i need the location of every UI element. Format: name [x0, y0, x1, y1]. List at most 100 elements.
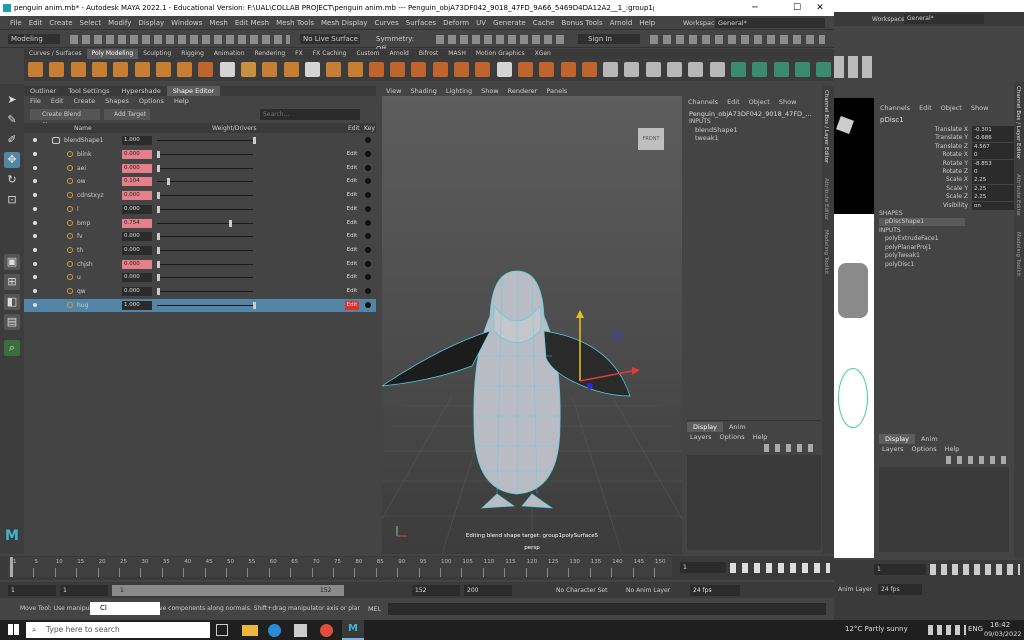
edit-target-button[interactable]: Edit: [345, 150, 359, 159]
viewport-menu-show[interactable]: Show: [481, 87, 499, 95]
bg-layer-tab-anim[interactable]: Anim: [915, 434, 944, 444]
modeling-toolkit-side-tab[interactable]: Modeling Toolkit: [823, 230, 829, 274]
bg-layer-tab-display[interactable]: Display: [879, 434, 915, 444]
weight-value-field[interactable]: 0.000: [122, 245, 152, 255]
menu-edit-mesh[interactable]: Edit Mesh: [235, 16, 269, 30]
shelf-tool-icon[interactable]: [28, 62, 43, 77]
edit-target-button[interactable]: Edit: [345, 219, 359, 228]
viewport-menu-shading[interactable]: Shading: [410, 87, 436, 95]
select-tool-icon[interactable]: ➤: [4, 92, 20, 108]
target-row[interactable]: cdnstxyz 0.000 Edit: [24, 189, 376, 202]
live-surface-field[interactable]: No Live Surface: [300, 34, 360, 44]
weight-slider[interactable]: [157, 263, 253, 265]
panel-tab-tool-settings[interactable]: Tool Settings: [62, 86, 115, 96]
shelf-tool-icon[interactable]: [667, 62, 682, 77]
target-row[interactable]: chjsh 0.000 Edit: [24, 258, 376, 271]
single-perspective-icon[interactable]: ▣: [4, 254, 20, 270]
anim-layer-dropdown[interactable]: No Anim Layer: [626, 587, 670, 594]
bg-layer-buttons[interactable]: [946, 456, 1006, 464]
weight-value-field[interactable]: 1.000: [122, 136, 152, 145]
visibility-dot[interactable]: [33, 289, 37, 293]
weight-slider-handle[interactable]: [157, 233, 160, 241]
menu-file[interactable]: File: [10, 16, 22, 30]
visibility-dot[interactable]: [33, 247, 37, 252]
attr-value-field[interactable]: 0: [972, 168, 1014, 176]
sign-in-button[interactable]: Sign In: [578, 34, 640, 44]
target-row[interactable]: blink 0.000 Edit: [24, 148, 376, 161]
shelf-tool-icon[interactable]: [347, 62, 363, 77]
key-dot[interactable]: [365, 219, 371, 226]
channel-menu-edit[interactable]: Edit: [727, 98, 740, 106]
weight-slider-handle[interactable]: [157, 246, 160, 254]
menu-create[interactable]: Create: [49, 16, 72, 30]
menu-cache[interactable]: Cache: [533, 16, 555, 30]
shape-menu-create[interactable]: Create: [73, 97, 95, 105]
weight-slider-handle[interactable]: [253, 301, 256, 309]
menu-deform[interactable]: Deform: [443, 16, 469, 30]
menu-select[interactable]: Select: [80, 16, 102, 30]
channel-box-side-tab[interactable]: Channel Box / Layer Editor: [823, 90, 829, 163]
key-dot[interactable]: [365, 233, 371, 240]
shelf-tool-icon[interactable]: [454, 62, 469, 77]
weight-value-field[interactable]: 0.000: [122, 259, 152, 269]
shelf-tool-icon[interactable]: [177, 62, 193, 77]
weight-slider-handle[interactable]: [157, 288, 160, 295]
shelf-tool-icon[interactable]: [709, 62, 725, 77]
weight-slider-handle[interactable]: [166, 178, 170, 186]
weight-value-field[interactable]: 0.000: [122, 273, 152, 283]
start-frame-field[interactable]: 1: [8, 585, 56, 596]
search-icon[interactable]: ⌕: [4, 340, 20, 356]
bg-toolkit-side-tab[interactable]: Modeling Toolkit: [1015, 232, 1021, 276]
tray-icons[interactable]: [928, 625, 966, 635]
character-set-dropdown[interactable]: No Character Set: [556, 587, 607, 594]
bg-object-name[interactable]: pDisc1: [880, 116, 904, 124]
weight-slider-handle[interactable]: [157, 260, 160, 268]
visibility-dot[interactable]: [33, 234, 37, 239]
shelf-tab-10[interactable]: Bifrost: [414, 49, 443, 59]
visibility-dot[interactable]: [33, 261, 37, 266]
weight-slider-handle[interactable]: [253, 137, 256, 144]
channel-input-2[interactable]: tweak1: [695, 134, 719, 142]
panel-tab-outliner[interactable]: Outliner: [24, 86, 62, 96]
attr-value-field[interactable]: 2.25: [972, 176, 1014, 185]
attribute-editor-side-tab[interactable]: Attribute Editor: [823, 178, 829, 220]
rotate-tool-icon[interactable]: ↻: [4, 172, 20, 188]
layer-tab-display[interactable]: Display: [687, 422, 723, 432]
target-row[interactable]: th 0.000 Edit: [24, 244, 376, 257]
key-dot[interactable]: [365, 192, 371, 199]
shelf-tool-icon[interactable]: [241, 62, 256, 77]
shelf-tool-icon[interactable]: [475, 62, 491, 77]
shape-search-input[interactable]: [260, 109, 360, 120]
weight-value-field[interactable]: 0.104: [122, 177, 152, 187]
file-explorer-icon[interactable]: [242, 625, 258, 636]
bg-attribute-side-tab[interactable]: Attribute Editor: [1015, 174, 1021, 216]
attr-value-field[interactable]: -0.301: [972, 126, 1014, 134]
shelf-tool-icon[interactable]: [283, 62, 299, 77]
shelf-tool-icon[interactable]: [603, 62, 619, 77]
command-popup[interactable]: Cl: [90, 602, 160, 615]
bg-channel-side-tab[interactable]: Channel Box / Layer Editor: [1015, 86, 1021, 159]
shelf-tool-icon[interactable]: [581, 62, 597, 77]
key-dot[interactable]: [365, 205, 371, 212]
create-blend-shape-button[interactable]: Create Blend Shape: [30, 109, 100, 129]
shelf-tool-icon[interactable]: [262, 62, 278, 77]
weight-slider-handle[interactable]: [157, 192, 160, 200]
edit-target-button[interactable]: Edit: [345, 232, 359, 241]
four-view-icon[interactable]: ⊞: [4, 274, 20, 290]
shape-menu-shapes[interactable]: Shapes: [105, 97, 129, 105]
viewport-menu-renderer[interactable]: Renderer: [508, 87, 538, 95]
key-dot[interactable]: [365, 301, 371, 308]
command-input[interactable]: [388, 603, 826, 615]
channel-menu-channels[interactable]: Channels: [688, 98, 718, 106]
current-time-marker[interactable]: [10, 557, 13, 577]
bg-playback-controls[interactable]: [930, 564, 1020, 575]
windows-start-icon[interactable]: [8, 624, 19, 635]
menu-bonus-tools[interactable]: Bonus Tools: [562, 16, 603, 30]
menu-modify[interactable]: Modify: [108, 16, 131, 30]
shelf-tool-icon[interactable]: [49, 62, 65, 77]
weight-value-field[interactable]: 0.000: [122, 163, 152, 173]
attr-value-field[interactable]: 2.25: [972, 193, 1014, 202]
status-render-icons[interactable]: [436, 35, 566, 44]
weight-slider[interactable]: [157, 140, 253, 141]
menu-generate[interactable]: Generate: [493, 16, 526, 30]
